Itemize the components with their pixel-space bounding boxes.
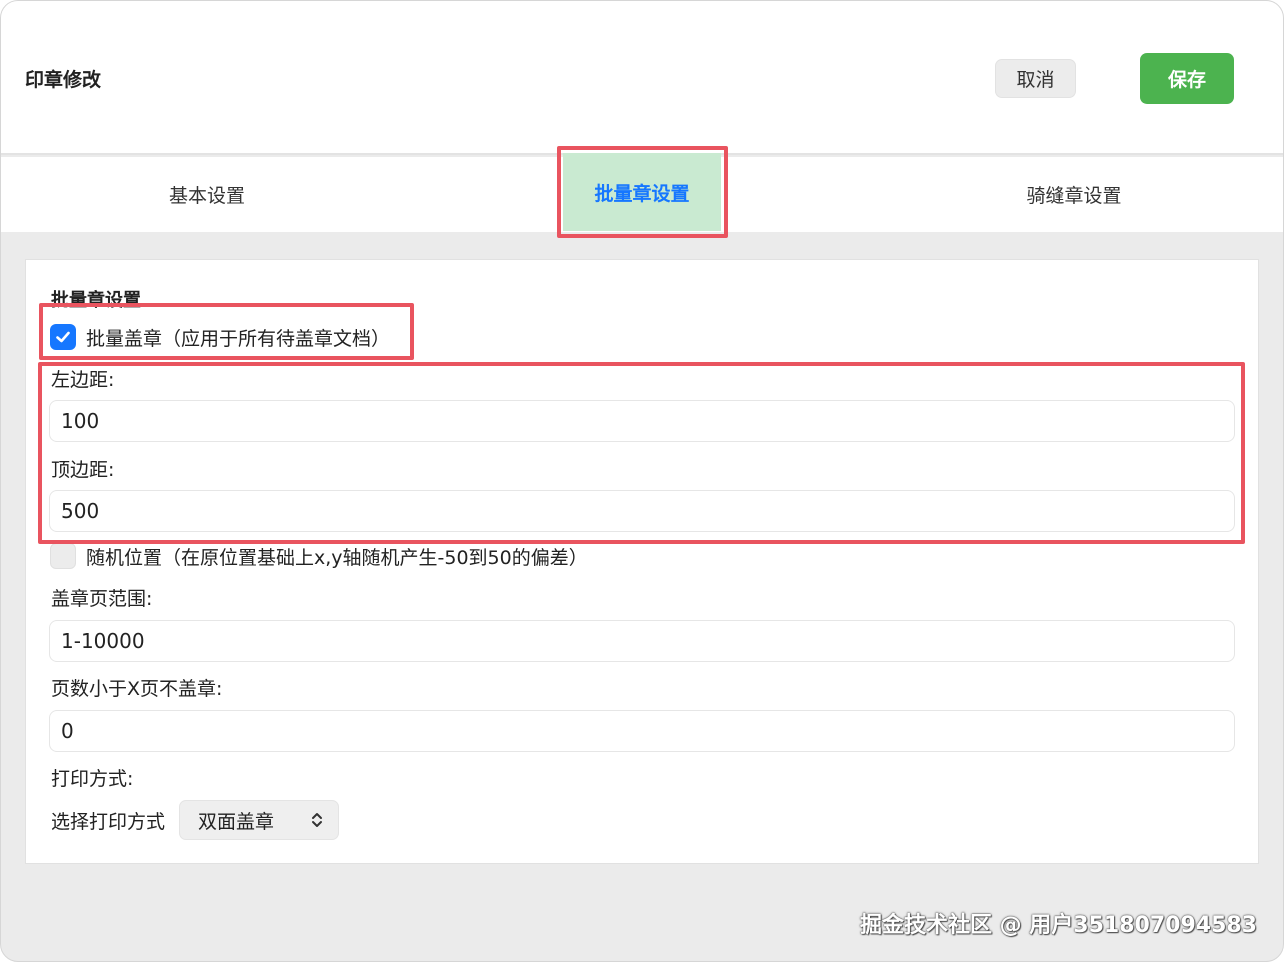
- tab-basic-settings[interactable]: 基本设置: [91, 157, 323, 232]
- left-margin-input[interactable]: 100: [49, 400, 1235, 442]
- top-margin-input[interactable]: 500: [49, 490, 1235, 532]
- random-position-checkbox-label: 随机位置（在原位置基础上x,y轴随机产生-50到50的偏差）: [86, 546, 588, 569]
- print-mode-selected-value: 双面盖章: [198, 810, 275, 833]
- watermark-text: 掘金技术社区 @ 用户351807094583: [859, 913, 1257, 938]
- batch-settings-panel: 批量章设置 批量盖章（应用于所有待盖章文档） 左边距: 100 顶边距: 500…: [25, 259, 1259, 864]
- cancel-button[interactable]: 取消: [995, 59, 1076, 98]
- left-margin-label: 左边距:: [51, 369, 115, 391]
- chevron-up-down-icon: [312, 813, 323, 827]
- header-bar: 印章修改 取消 保存: [1, 1, 1283, 155]
- print-mode-select[interactable]: 双面盖章: [179, 800, 340, 840]
- tab-seam-seal-settings[interactable]: 骑缝章设置: [957, 157, 1191, 232]
- section-title: 批量章设置: [51, 290, 141, 311]
- batch-seal-checkbox-row[interactable]: 批量盖章（应用于所有待盖章文档）: [50, 324, 390, 350]
- batch-seal-checkbox[interactable]: [50, 324, 76, 350]
- tab-bar: 基本设置 批量章设置 骑缝章设置: [1, 153, 1283, 232]
- min-pages-label: 页数小于X页不盖章:: [51, 678, 223, 700]
- page-range-label: 盖章页范围:: [51, 588, 153, 610]
- batch-seal-checkbox-label: 批量盖章（应用于所有待盖章文档）: [86, 327, 391, 350]
- save-button[interactable]: 保存: [1140, 53, 1234, 104]
- checkmark-icon: [56, 331, 70, 343]
- print-mode-label: 打印方式:: [51, 768, 134, 790]
- seal-edit-window: 印章修改 取消 保存 基本设置 批量章设置 骑缝章设置 批量章设置 批量盖章（应…: [0, 0, 1284, 962]
- print-mode-row: 选择打印方式 双面盖章: [51, 800, 340, 840]
- tab-batch-seal-settings[interactable]: 批量章设置: [563, 153, 721, 231]
- min-pages-input[interactable]: 0: [49, 710, 1235, 752]
- top-margin-label: 顶边距:: [51, 459, 115, 481]
- random-position-checkbox[interactable]: [50, 543, 76, 569]
- random-position-checkbox-row[interactable]: 随机位置（在原位置基础上x,y轴随机产生-50到50的偏差）: [50, 543, 588, 569]
- page-title: 印章修改: [25, 69, 102, 91]
- page-range-input[interactable]: 1-10000: [49, 620, 1235, 662]
- print-mode-select-label: 选择打印方式: [51, 810, 166, 833]
